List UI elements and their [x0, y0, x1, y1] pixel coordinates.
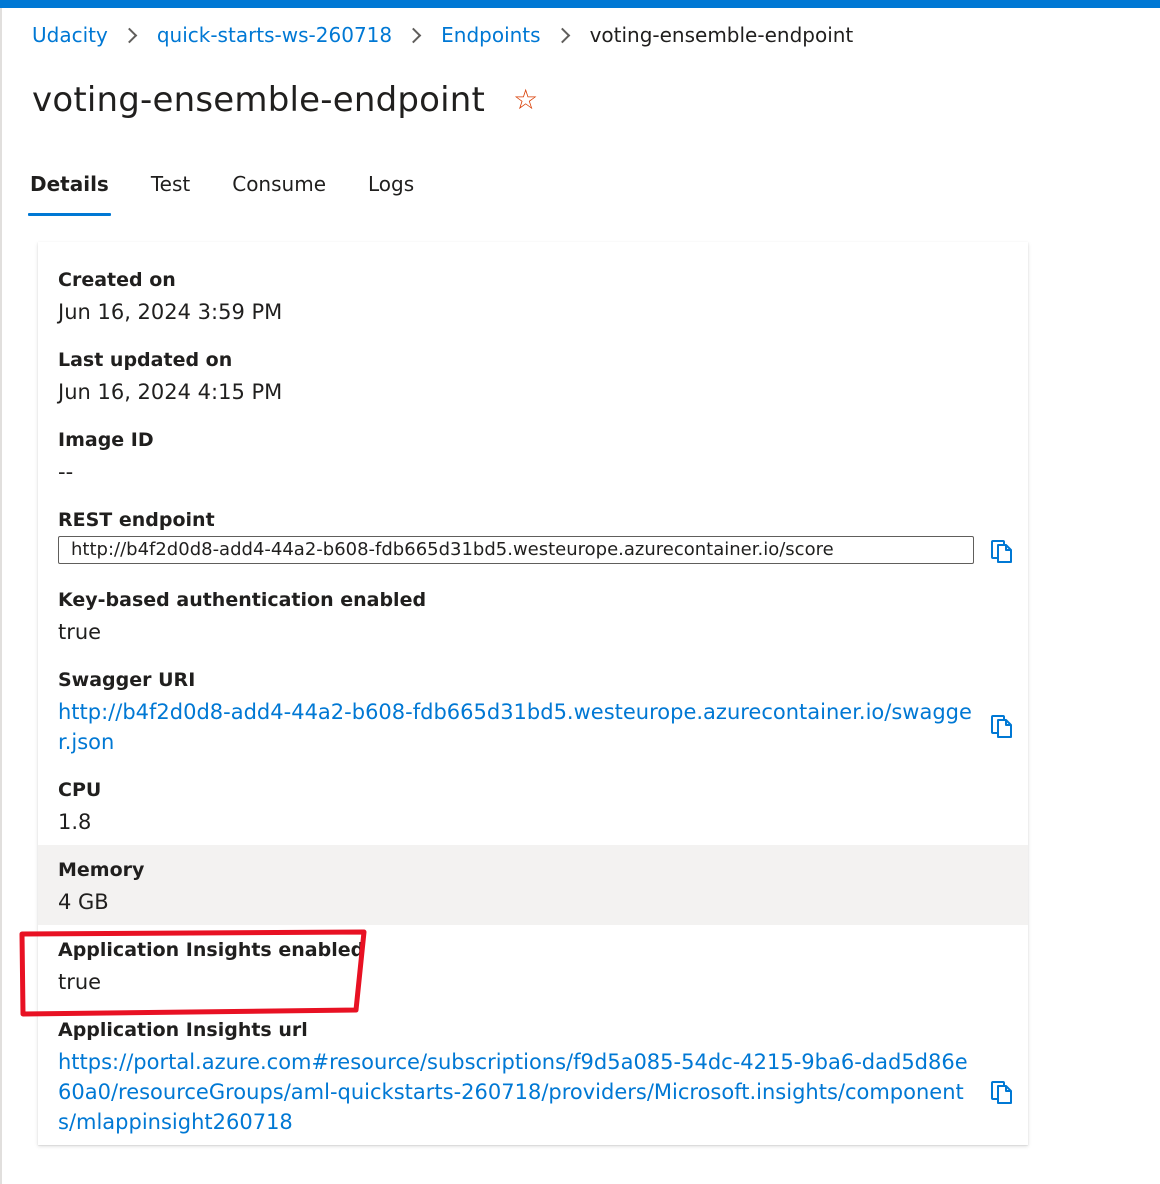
breadcrumb: Udacity quick-starts-ws-260718 Endpoints…	[32, 20, 853, 50]
details-card: Created on Jun 16, 2024 3:59 PM Last upd…	[38, 242, 1028, 1145]
breadcrumb-endpoints[interactable]: Endpoints	[441, 23, 540, 47]
field-image-id: Image ID --	[38, 425, 1028, 487]
star-icon[interactable]: ☆	[513, 86, 538, 114]
field-value: true	[58, 970, 102, 994]
tab-details[interactable]: Details	[28, 168, 111, 216]
chevron-right-icon	[405, 27, 422, 43]
field-label: Application Insights enabled	[58, 939, 365, 961]
rest-endpoint-field[interactable]: http://b4f2d0d8-add4-44a2-b608-fdb665d31…	[58, 536, 974, 564]
field-label: Last updated on	[58, 349, 233, 371]
field-created-on: Created on Jun 16, 2024 3:59 PM	[38, 265, 1028, 327]
tab-bar: Details Test Consume Logs	[28, 168, 454, 216]
field-label: Swagger URI	[58, 669, 196, 691]
tab-consume[interactable]: Consume	[230, 168, 328, 212]
breadcrumb-workspace-root[interactable]: Udacity	[32, 23, 108, 47]
app-insights-url-link[interactable]: https://portal.azure.com#resource/subscr…	[58, 1047, 978, 1137]
page-title: voting-ensemble-endpoint	[32, 80, 486, 120]
field-value: 4 GB	[58, 890, 109, 914]
field-key-auth: Key-based authentication enabled true	[38, 585, 1028, 647]
field-label: REST endpoint	[58, 509, 215, 531]
field-value: --	[58, 460, 74, 484]
chevron-right-icon	[554, 27, 570, 43]
field-label: Image ID	[58, 429, 154, 451]
field-label: Application Insights url	[58, 1019, 308, 1041]
breadcrumb-current: voting-ensemble-endpoint	[589, 23, 854, 47]
tab-logs[interactable]: Logs	[366, 168, 416, 212]
field-rest-endpoint: REST endpoint http://b4f2d0d8-add4-44a2-…	[38, 505, 1028, 564]
field-cpu: CPU 1.8	[38, 775, 1028, 837]
copy-icon[interactable]	[990, 538, 1014, 564]
field-swagger-uri: Swagger URI http://b4f2d0d8-add4-44a2-b6…	[38, 665, 1028, 757]
field-label: Created on	[58, 269, 176, 291]
breadcrumb-workspace[interactable]: quick-starts-ws-260718	[157, 23, 392, 47]
page-header: voting-ensemble-endpoint ☆	[32, 78, 538, 122]
copy-icon[interactable]	[990, 713, 1014, 739]
tab-test[interactable]: Test	[149, 168, 192, 212]
field-memory: Memory 4 GB	[38, 845, 1028, 925]
copy-icon[interactable]	[990, 1079, 1014, 1105]
field-value: Jun 16, 2024 3:59 PM	[58, 300, 283, 324]
field-value: 1.8	[58, 810, 92, 834]
field-value: true	[58, 620, 102, 644]
field-label: Memory	[58, 859, 145, 881]
field-value: Jun 16, 2024 4:15 PM	[58, 380, 283, 404]
field-label: CPU	[58, 779, 102, 801]
left-divider	[0, 8, 2, 1184]
field-label: Key-based authentication enabled	[58, 589, 427, 611]
top-accent-bar	[0, 0, 1160, 8]
field-app-insights-url: Application Insights url https://portal.…	[38, 1015, 1028, 1137]
chevron-right-icon	[121, 27, 138, 43]
field-last-updated-on: Last updated on Jun 16, 2024 4:15 PM	[38, 345, 1028, 407]
field-app-insights-enabled: Application Insights enabled true	[38, 935, 1028, 997]
swagger-uri-link[interactable]: http://b4f2d0d8-add4-44a2-b608-fdb665d31…	[58, 697, 978, 757]
